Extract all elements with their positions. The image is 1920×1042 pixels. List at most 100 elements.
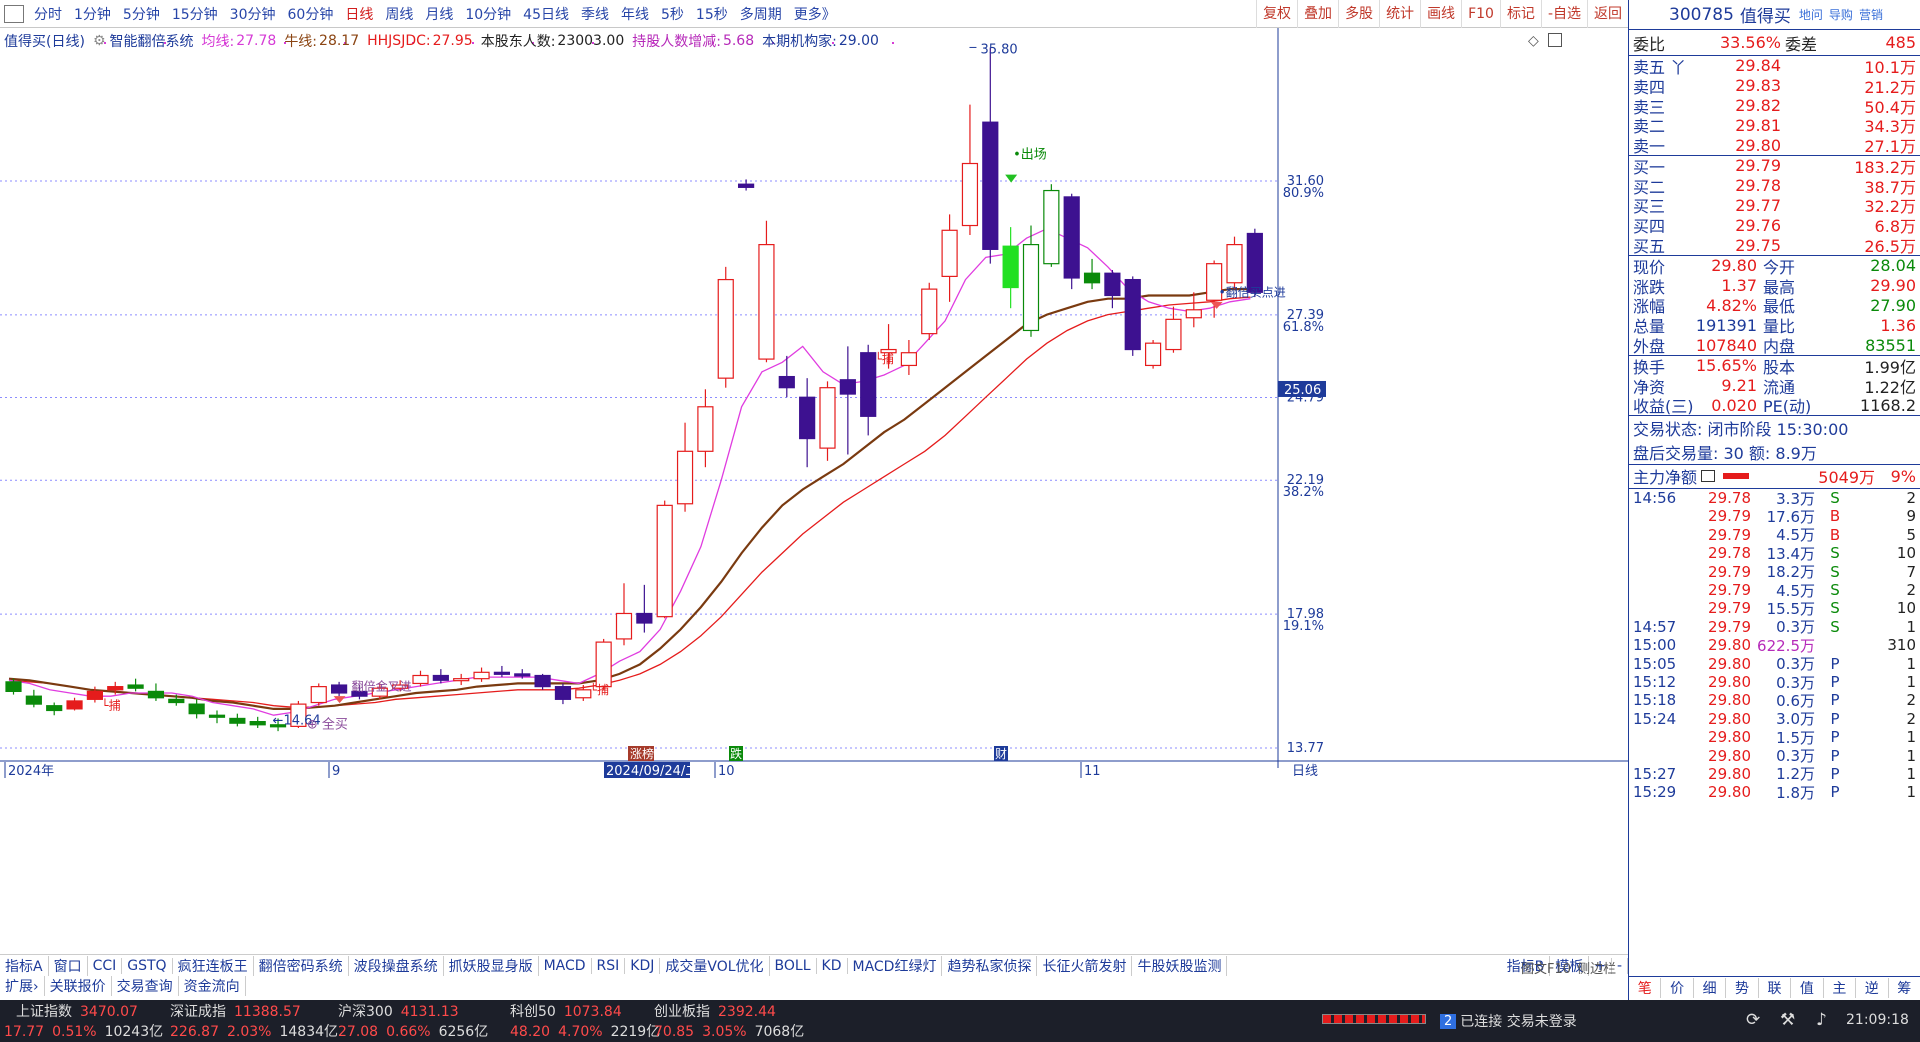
index-pct: 0.51% — [52, 1024, 97, 1040]
candle-body — [778, 375, 795, 389]
list-icon[interactable] — [1701, 470, 1716, 483]
ask-row[interactable]: 卖一 29.80 27.1万 — [1629, 135, 1920, 157]
panel-toggle-icon[interactable] — [1548, 33, 1562, 47]
tick-row: 29.79 4.5万 B 5 — [1629, 525, 1920, 545]
stock-link[interactable]: 营销 — [1859, 8, 1883, 22]
index-item[interactable]: 深证成指 11388.57 — [170, 1001, 338, 1021]
bell-icon[interactable]: ♪ — [1816, 1010, 1827, 1030]
indicator-tab[interactable]: 抓妖股显身版 — [444, 955, 539, 976]
diamond-icon[interactable]: ◇ — [1528, 33, 1539, 49]
quote-tab[interactable]: 主 — [1824, 977, 1857, 998]
period-tab[interactable]: 季线 — [575, 4, 615, 24]
indicator-tab[interactable]: MACD — [539, 957, 592, 974]
quote-tab[interactable]: 值 — [1791, 977, 1824, 998]
tick-list[interactable]: 14:56 29.78 3.3万 S 2 29.79 17.6万 B 9 29.79 4.5万 B 5 2… — [1629, 489, 1920, 802]
period-tab[interactable]: 15秒 — [690, 4, 734, 24]
quote-tab[interactable]: 细 — [1694, 977, 1727, 998]
indicator-tab[interactable]: 波段操盘系统 — [349, 955, 444, 976]
toolbar-button[interactable]: 画线 — [1420, 0, 1461, 28]
period-tab[interactable]: 分时 — [28, 4, 68, 24]
tick-time: 14:56 — [1633, 489, 1677, 508]
toolbar-button[interactable]: 标记 — [1499, 0, 1541, 28]
indicator-tab[interactable]: 窗口 — [49, 955, 88, 976]
candle-body — [1185, 309, 1202, 319]
toolbar-button[interactable]: 复权 — [1256, 0, 1297, 28]
settings-icon[interactable]: ⚙ — [93, 33, 106, 49]
indicator-tabs: 指标A 窗口 CCI GSTQ 疯狂连板王 翻倍密码系统 波段操盘系统 抓妖股显身版 MACD R… — [0, 954, 1628, 976]
period-tab[interactable]: 10分钟 — [459, 4, 517, 24]
indicator-tab[interactable]: 成交量VOL优化 — [660, 955, 770, 976]
index-item[interactable]: 沪深300 4131.13 — [338, 1001, 510, 1021]
index-item[interactable]: 创业板指 2392.44 — [654, 1001, 804, 1021]
period-tab[interactable]: 年线 — [615, 4, 655, 24]
power-icon[interactable]: ⟳ — [1746, 1010, 1760, 1030]
toolbar-icon[interactable] — [4, 4, 24, 23]
period-tab[interactable]: 15分钟 — [166, 4, 224, 24]
indicator-tab[interactable]: 疯狂连板王 — [173, 955, 254, 976]
sidebar-tab: 侧边栏 — [1577, 962, 1617, 977]
kline-chart[interactable]: 31.60 27.39 24.79 22.19 17.98 13.77 80.9% 61.8%… — [0, 28, 1628, 970]
quote-tab[interactable]: 价 — [1661, 977, 1694, 998]
tick-price: 29.80 — [1708, 783, 1751, 802]
toolbar-button[interactable]: F10 — [1461, 0, 1500, 28]
period-tab[interactable]: 60分钟 — [282, 4, 340, 24]
tools-icon[interactable]: ⚒ — [1780, 1010, 1795, 1030]
period-tab[interactable]: 45日线 — [517, 4, 575, 24]
period-tab[interactable]: 日线 — [339, 4, 379, 24]
quote-tab[interactable]: 逆 — [1856, 977, 1889, 998]
candle-body — [961, 162, 979, 227]
index-item[interactable]: 上证指数 3470.07 — [0, 1001, 170, 1021]
indicator-tab[interactable]: KD — [817, 957, 848, 974]
tick-side: P — [1830, 783, 1840, 802]
index-item[interactable]: 科创50 1073.84 — [510, 1001, 654, 1021]
extension-tab[interactable]: 交易查询 — [112, 976, 179, 996]
indicator-tab[interactable]: 翻倍密码系统 — [254, 955, 349, 976]
indicator-tab[interactable]: GSTQ — [122, 957, 173, 974]
period-tab[interactable]: 月线 — [419, 4, 459, 24]
fund-row: 收益(三) 0.020 PE(动) 1168.2 — [1629, 396, 1920, 417]
toolbar-button[interactable]: -自选 — [1540, 0, 1587, 28]
tick-side: P — [1830, 746, 1840, 765]
system-name[interactable]: 智能翻倍系统 — [110, 31, 194, 51]
quote-tab[interactable]: 联 — [1759, 977, 1792, 998]
toolbar-button[interactable]: 返回 — [1587, 0, 1628, 28]
index-name: 深证成指 — [170, 1004, 226, 1020]
stock-links[interactable]: 地问 导购 营销 — [1799, 6, 1889, 23]
period-tab[interactable]: 多周期 — [734, 4, 788, 24]
indicator-tab[interactable]: CCI — [88, 957, 123, 974]
ma-line-pink — [8, 227, 1251, 716]
stock-link[interactable]: 地问 — [1799, 8, 1823, 22]
period-tab[interactable]: 周线 — [379, 4, 419, 24]
indicator-tab[interactable]: 指标A — [0, 955, 49, 976]
ask-price: 29.80 — [1735, 135, 1781, 155]
quote-tab[interactable]: 筹 — [1889, 977, 1920, 998]
indicator-tab[interactable]: RSI — [592, 957, 626, 974]
main-fund-row[interactable]: 主力净额 5049万 9% — [1629, 465, 1920, 489]
side-tabs[interactable]: 图文F10 侧边栏 — [1521, 958, 1616, 977]
tick-price: 29.80 — [1708, 673, 1751, 691]
quote-tab[interactable]: 笔 — [1629, 977, 1662, 998]
period-tab[interactable]: 1分钟 — [68, 4, 117, 24]
extension-tab[interactable]: 关联报价 — [45, 976, 112, 996]
indicator-tab[interactable]: 趋势私家侦探 — [942, 955, 1038, 976]
toolbar-button[interactable]: 叠加 — [1297, 0, 1338, 28]
extension-tab[interactable]: 扩展› — [0, 976, 45, 996]
toolbar-button[interactable]: 统计 — [1379, 0, 1420, 28]
indicator-tab[interactable]: 长征火箭发射 — [1037, 955, 1133, 976]
period-tab[interactable]: 5分钟 — [117, 4, 166, 24]
stock-link[interactable]: 导购 — [1829, 8, 1853, 22]
period-tab[interactable]: 5秒 — [655, 4, 690, 24]
extension-tab[interactable]: 资金流向 — [179, 976, 246, 996]
stock-name: 值得买 — [1739, 7, 1791, 27]
indicator-tab[interactable]: BOLL — [770, 957, 817, 974]
indicator-tab[interactable]: MACD红绿灯 — [848, 955, 943, 976]
indicator-tab[interactable]: KDJ — [625, 957, 661, 974]
tick-price: 29.79 — [1708, 525, 1751, 544]
indicator-tab[interactable]: 牛股妖股监测 — [1132, 955, 1228, 976]
period-tab[interactable]: 更多》 — [788, 4, 842, 24]
bid-row[interactable]: 买五 29.75 26.5万 — [1629, 235, 1920, 257]
period-tab[interactable]: 30分钟 — [224, 4, 282, 24]
quote-tab[interactable]: 势 — [1726, 977, 1759, 998]
connection-status[interactable]: 2 已连接 交易未登录 — [1440, 1011, 1577, 1031]
toolbar-button[interactable]: 多股 — [1338, 0, 1379, 28]
